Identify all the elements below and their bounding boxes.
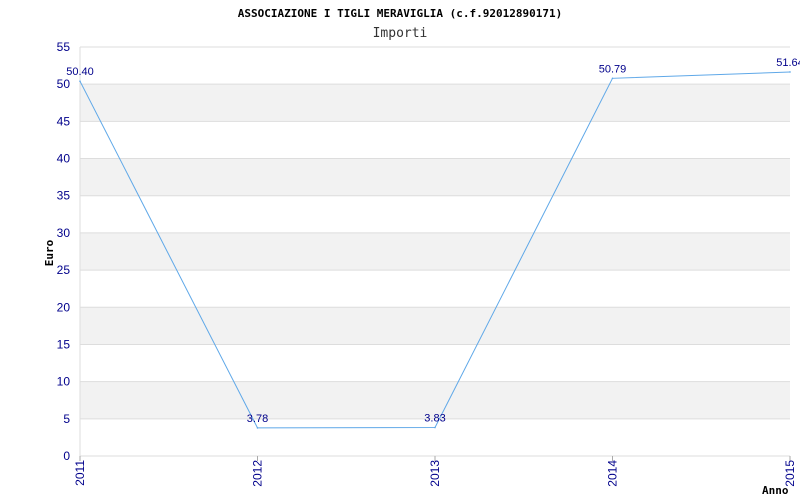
x-axis-label: Anno: [762, 484, 789, 497]
y-tick-label: 20: [57, 300, 71, 314]
y-axis-label: Euro: [43, 239, 56, 266]
x-axis-ticks: 2011 2012 2013 2014 2015: [73, 456, 797, 487]
x-tick-label: 2014: [606, 460, 620, 487]
x-tick-label: 2013: [428, 460, 442, 487]
plot-band: [80, 307, 790, 345]
data-point: [789, 71, 791, 73]
x-tick-label: 2011: [73, 460, 87, 486]
y-tick-label: 25: [57, 263, 71, 277]
plot-bands: [80, 84, 790, 419]
y-tick-label: 10: [57, 375, 71, 389]
y-tick-label: 30: [57, 226, 71, 240]
y-tick-label: 0: [63, 449, 70, 463]
x-tick-label: 2015: [783, 460, 797, 487]
y-tick-label: 50: [57, 77, 71, 91]
data-label: 50.79: [599, 63, 627, 75]
plot-band: [80, 84, 790, 122]
plot-band: [80, 158, 790, 196]
chart-subtitle: Importi: [373, 26, 428, 41]
y-tick-label: 15: [57, 337, 71, 351]
x-tick-label: 2012: [251, 460, 265, 487]
data-point: [611, 77, 614, 80]
data-point: [79, 80, 81, 83]
data-point: [256, 427, 259, 429]
y-axis-ticks: 0 5 10 15 20 25 30 35 40 45 50 55: [57, 40, 71, 463]
data-label: 3.83: [424, 413, 445, 425]
data-label: 50.40: [66, 66, 94, 78]
data-label: 3.78: [247, 413, 268, 425]
y-tick-label: 35: [57, 189, 71, 203]
y-tick-label: 45: [57, 114, 71, 128]
y-tick-label: 40: [57, 152, 71, 166]
y-tick-label: 5: [63, 412, 70, 426]
y-tick-label: 55: [57, 40, 71, 54]
line-chart: ASSOCIAZIONE I TIGLI MERAVIGLIA (c.f.920…: [43, 7, 800, 497]
data-point: [434, 426, 436, 429]
chart-title: ASSOCIAZIONE I TIGLI MERAVIGLIA (c.f.920…: [238, 7, 563, 20]
data-label: 51.64: [776, 57, 800, 69]
plot-band: [80, 232, 790, 271]
